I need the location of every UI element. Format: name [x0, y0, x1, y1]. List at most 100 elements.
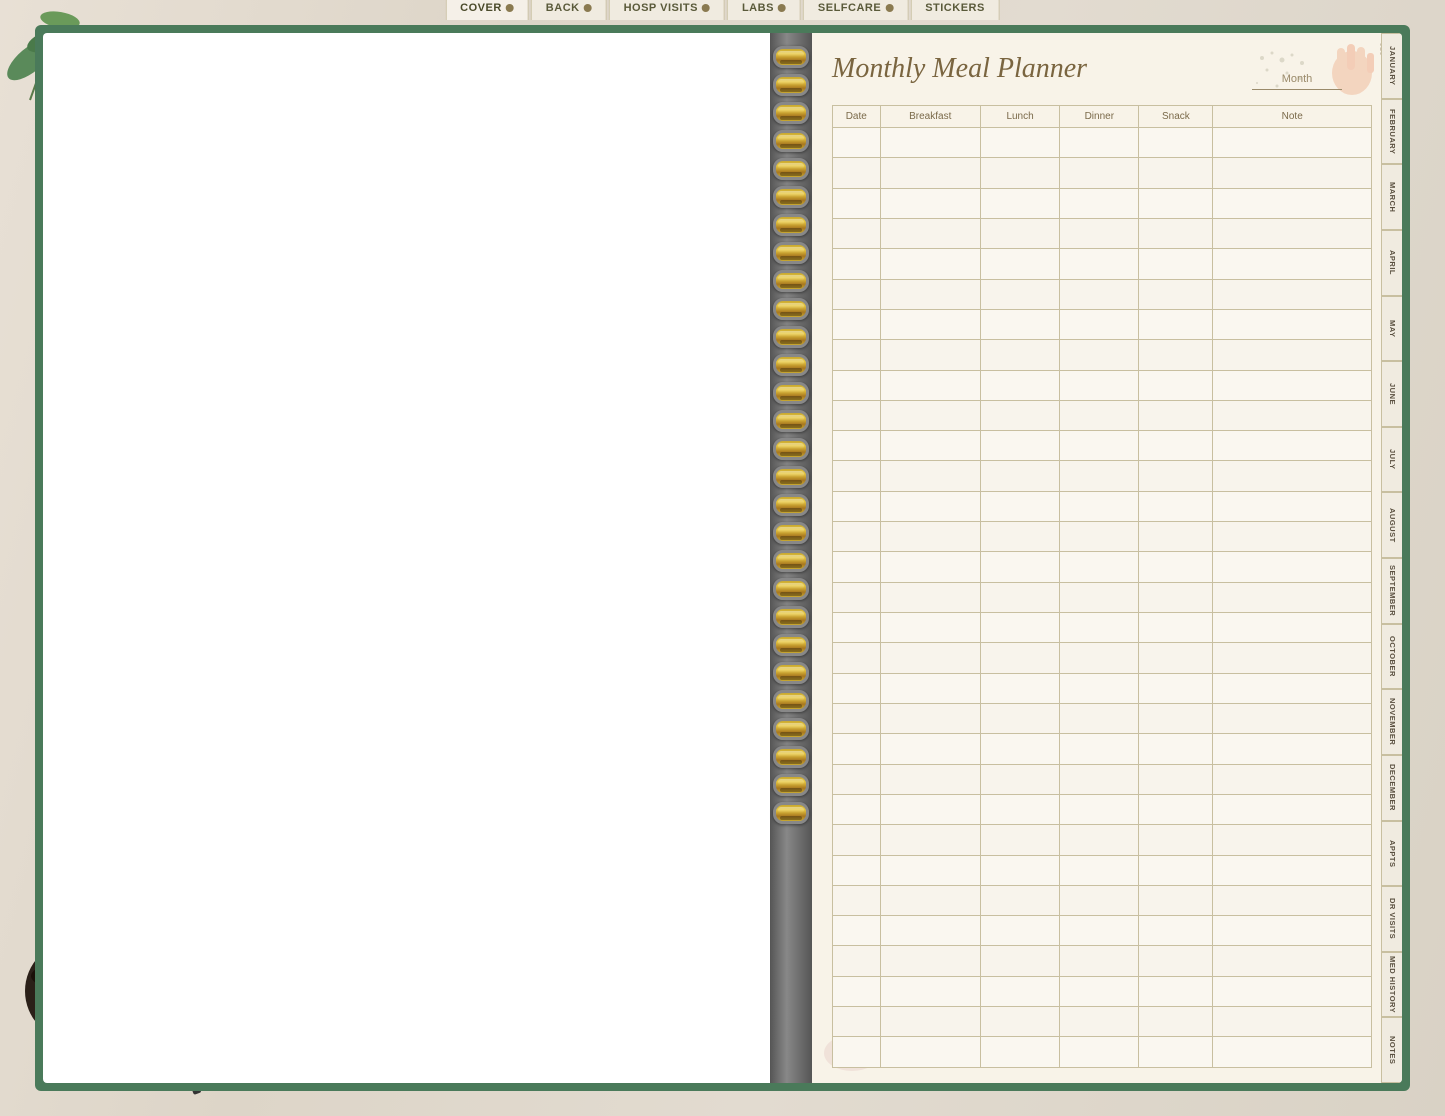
- month-tab-august[interactable]: AUGUST: [1381, 492, 1402, 558]
- tab-labs[interactable]: LABS: [727, 0, 801, 20]
- table-row: [833, 431, 1372, 461]
- table-row: [833, 279, 1372, 309]
- table-cell: [833, 491, 881, 521]
- month-tab-appts[interactable]: APPTS: [1381, 821, 1402, 887]
- table-cell: [980, 218, 1059, 248]
- spiral-ring: [773, 606, 809, 628]
- table-cell: [833, 552, 881, 582]
- month-tab-june[interactable]: JUNE: [1381, 361, 1402, 427]
- table-cell: [1213, 491, 1372, 521]
- spiral-ring: [773, 214, 809, 236]
- table-cell: [980, 794, 1059, 824]
- table-cell: [980, 249, 1059, 279]
- table-cell: [980, 885, 1059, 915]
- page-title: Monthly Meal Planner: [832, 53, 1087, 85]
- table-cell: [1139, 855, 1213, 885]
- table-cell: [833, 855, 881, 885]
- tab-selfcare-notch: [885, 4, 893, 12]
- table-cell: [1060, 188, 1139, 218]
- table-cell: [1213, 734, 1372, 764]
- table-cell: [1060, 885, 1139, 915]
- table-cell: [1060, 400, 1139, 430]
- spiral-ring: [773, 186, 809, 208]
- table-cell: [980, 825, 1059, 855]
- table-cell: [833, 370, 881, 400]
- spiral-ring: [773, 326, 809, 348]
- table-cell: [1139, 431, 1213, 461]
- table-cell: [1060, 703, 1139, 733]
- table-cell: [1060, 643, 1139, 673]
- table-cell: [1139, 340, 1213, 370]
- table-cell: [1213, 461, 1372, 491]
- month-tab-july[interactable]: JULY: [1381, 427, 1402, 493]
- month-tab-september[interactable]: SEPTEMBER: [1381, 558, 1402, 624]
- spiral-ring: [773, 270, 809, 292]
- month-tab-december[interactable]: DECEMBER: [1381, 755, 1402, 821]
- spiral-ring: [773, 242, 809, 264]
- month-tab-may[interactable]: MAY: [1381, 296, 1402, 362]
- month-tab-november[interactable]: NOVEMBER: [1381, 689, 1402, 755]
- table-cell: [980, 128, 1059, 158]
- month-label: Month: [1282, 73, 1313, 85]
- spiral-ring: [773, 522, 809, 544]
- tab-selfcare[interactable]: SELFCARE: [803, 0, 908, 20]
- month-tab-october[interactable]: OCTOBER: [1381, 624, 1402, 690]
- month-tab-dr-visits[interactable]: DR VISITS: [1381, 886, 1402, 952]
- tab-cover[interactable]: COVER: [445, 0, 529, 20]
- table-cell: [1060, 825, 1139, 855]
- table-cell: [1139, 279, 1213, 309]
- table-cell: [1213, 340, 1372, 370]
- table-cell: [1060, 764, 1139, 794]
- table-cell: [833, 128, 881, 158]
- notebook: COVER BACK HOSP VISITS LABS SELFCARE STI…: [35, 25, 1410, 1091]
- table-cell: [980, 673, 1059, 703]
- table-cell: [1213, 552, 1372, 582]
- month-tab-february[interactable]: FEBRUARY: [1381, 99, 1402, 165]
- table-row: [833, 673, 1372, 703]
- table-cell: [1060, 613, 1139, 643]
- table-cell: [880, 946, 980, 976]
- month-tab-january[interactable]: JANUARY: [1381, 33, 1402, 99]
- tab-stickers[interactable]: STICKERS: [910, 0, 1000, 20]
- month-tab-med-history[interactable]: MED HISTORY: [1381, 952, 1402, 1018]
- table-cell: [1139, 218, 1213, 248]
- table-cell: [1139, 764, 1213, 794]
- table-cell: [1213, 885, 1372, 915]
- table-cell: [1213, 431, 1372, 461]
- table-cell: [1139, 128, 1213, 158]
- table-cell: [1139, 946, 1213, 976]
- tab-hosp-visits[interactable]: HOSP VISITS: [609, 0, 725, 20]
- table-cell: [980, 158, 1059, 188]
- month-tab-march[interactable]: MARCH: [1381, 164, 1402, 230]
- table-cell: [980, 1007, 1059, 1037]
- spiral-ring: [773, 494, 809, 516]
- table-cell: [1060, 218, 1139, 248]
- table-cell: [833, 643, 881, 673]
- col-header-note: Note: [1213, 106, 1372, 128]
- table-row: [833, 764, 1372, 794]
- table-cell: [880, 522, 980, 552]
- tab-back[interactable]: BACK: [531, 0, 607, 20]
- spiral-ring: [773, 438, 809, 460]
- table-cell: [1060, 976, 1139, 1006]
- table-cell: [1213, 309, 1372, 339]
- table-cell: [1060, 1037, 1139, 1068]
- table-cell: [1139, 1007, 1213, 1037]
- table-cell: [880, 431, 980, 461]
- table-cell: [880, 309, 980, 339]
- tabs-bar: COVER BACK HOSP VISITS LABS SELFCARE STI…: [445, 0, 1000, 20]
- table-cell: [1060, 522, 1139, 552]
- month-tab-april[interactable]: APRIL: [1381, 230, 1402, 296]
- table-cell: [880, 613, 980, 643]
- month-tab-notes[interactable]: NOTES: [1381, 1017, 1402, 1083]
- spiral-ring: [773, 718, 809, 740]
- table-cell: [1060, 794, 1139, 824]
- table-cell: [880, 855, 980, 885]
- table-cell: [880, 1007, 980, 1037]
- table-cell: [1139, 703, 1213, 733]
- table-cell: [1139, 885, 1213, 915]
- table-cell: [1060, 461, 1139, 491]
- table-cell: [980, 855, 1059, 885]
- table-cell: [1060, 491, 1139, 521]
- table-cell: [833, 400, 881, 430]
